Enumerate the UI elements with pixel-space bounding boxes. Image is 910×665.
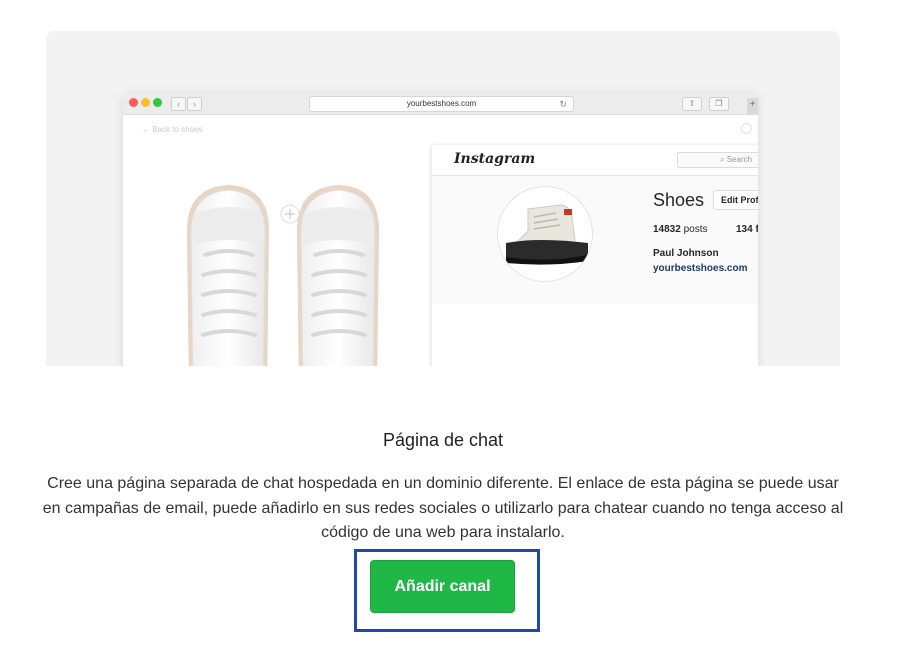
browser-mockup: ‹ › yourbestshoes.com ↻ ⇧ ❐ + ← Back to … (123, 93, 758, 366)
instagram-search-box: ⌕ Search (677, 152, 758, 168)
profile-name: Shoes (653, 190, 705, 210)
profile-avatar (497, 186, 593, 282)
maximize-dot-icon (153, 98, 162, 107)
address-bar: yourbestshoes.com ↻ (309, 96, 574, 112)
page-description: Cree una página separada de chat hospeda… (42, 475, 844, 541)
back-to-shoes-link: ← Back to shoes (142, 125, 203, 134)
instagram-profile-body: Shoes Edit Profi 14832 posts 134 f Paul … (432, 176, 758, 304)
sneaker-avatar-image (506, 204, 588, 265)
browser-toolbar: ‹ › yourbestshoes.com ↻ ⇧ ❐ + (123, 93, 758, 115)
tabs-icon: ❐ (709, 97, 729, 111)
reload-icon: ↻ (559, 99, 567, 109)
sneakers-image (186, 185, 380, 366)
profile-website-link: yourbestshoes.com (653, 263, 748, 274)
instagram-profile-panel: Instagram ⌕ Search Shoes Edit Profi 1483… (432, 145, 758, 366)
add-channel-button[interactable]: Añadir canal (370, 560, 515, 613)
search-placeholder: Search (726, 155, 753, 164)
search-icon: ⌕ (720, 155, 727, 164)
url-text: yourbestshoes.com (406, 99, 477, 108)
preview-illustration: ‹ › yourbestshoes.com ↻ ⇧ ❐ + ← Back to … (46, 31, 840, 366)
minimize-dot-icon (141, 98, 150, 107)
heart-icon (741, 123, 752, 134)
instagram-header: Instagram ⌕ Search (432, 145, 758, 176)
new-tab-icon: + (747, 98, 758, 114)
forward-arrow-icon: › (187, 97, 202, 111)
edit-profile-button: Edit Profi (713, 190, 758, 210)
instagram-logo: Instagram (454, 151, 536, 167)
back-arrow-icon: ‹ (171, 97, 186, 111)
share-icon: ⇧ (682, 97, 702, 111)
posts-count: 14832 (653, 224, 681, 235)
posts-stat: 14832 posts (653, 224, 708, 235)
posts-label: posts (683, 224, 708, 235)
profile-full-name: Paul Johnson (653, 248, 719, 259)
page-title: Página de chat (382, 430, 504, 450)
followers-stat: 134 f (736, 224, 758, 235)
close-dot-icon (129, 98, 138, 107)
